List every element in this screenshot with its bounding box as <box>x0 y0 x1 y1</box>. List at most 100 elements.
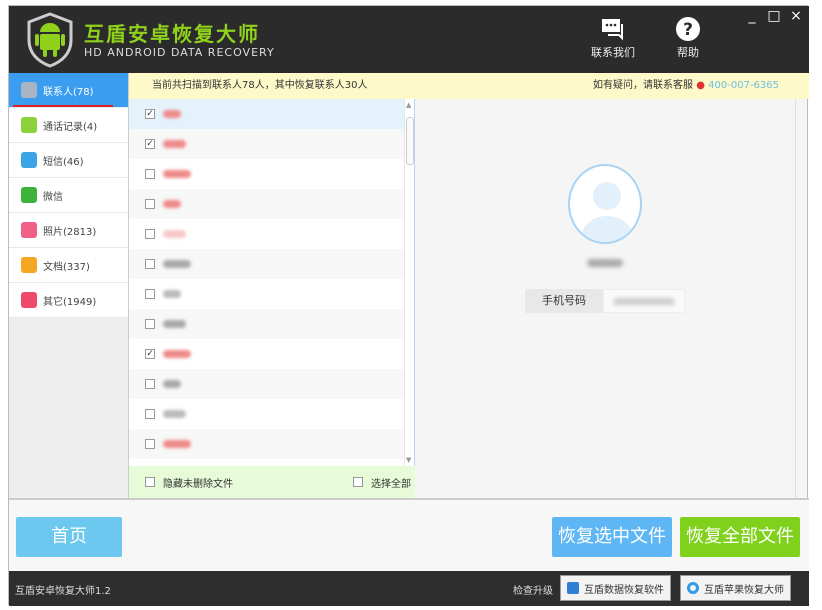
recover-all-button[interactable]: 恢复全部文件 <box>680 517 800 557</box>
list-item[interactable] <box>129 219 404 249</box>
contact-name-blurred <box>163 290 181 298</box>
sidebar-item-label: 短信(46) <box>43 156 84 168</box>
app-window: 互盾安卓恢复大师 HD ANDROID DATA RECOVERY 联系我们 ?… <box>8 5 809 606</box>
list-item[interactable] <box>129 279 404 309</box>
sidebar-item-label: 联系人(78) <box>43 86 94 98</box>
sms-icon <box>21 152 37 168</box>
document-icon <box>21 257 37 273</box>
action-bar: 首页 恢复选中文件 恢复全部文件 <box>9 498 809 571</box>
list-item[interactable]: ✓ <box>129 129 404 159</box>
row-checkbox[interactable] <box>145 259 155 269</box>
maximize-button[interactable]: □ <box>765 8 783 24</box>
recover-selected-button[interactable]: 恢复选中文件 <box>552 517 672 557</box>
row-checkbox[interactable]: ✓ <box>145 109 155 119</box>
svg-text:?: ? <box>683 20 693 40</box>
list-scrollbar[interactable]: ▲ ▼ <box>404 99 415 466</box>
contacts-icon <box>21 82 37 98</box>
support-info: 如有疑问，请联系客服 ● 400-007-6365 <box>593 73 779 99</box>
sidebar-item-document[interactable]: 文档(337) <box>9 248 128 283</box>
other-icon <box>21 292 37 308</box>
list-item[interactable] <box>129 309 404 339</box>
home-button[interactable]: 首页 <box>16 517 122 557</box>
row-checkbox[interactable] <box>145 169 155 179</box>
checkbox-box <box>145 477 155 487</box>
photo-icon <box>21 222 37 238</box>
android-shield-logo-icon <box>27 12 73 68</box>
contact-name-blurred <box>163 320 186 328</box>
contact-name-blurred <box>587 259 623 267</box>
iphone-recovery-button[interactable]: 互盾苹果恢复大师 <box>680 575 791 601</box>
row-checkbox[interactable]: ✓ <box>145 139 155 149</box>
contact-us-label: 联系我们 <box>591 46 635 59</box>
contact-name-blurred <box>163 260 191 268</box>
scan-summary: 当前共扫描到联系人78人，其中恢复联系人30人 <box>152 80 368 91</box>
contact-name-blurred <box>163 350 191 358</box>
status-bar: 互盾安卓恢复大师1.2 检查升级 互盾数据恢复软件 互盾苹果恢复大师 <box>9 571 809 606</box>
list-item[interactable] <box>129 189 404 219</box>
sidebar-item-sms[interactable]: 短信(46) <box>9 143 128 178</box>
check-update-link[interactable]: 检查升级 <box>513 582 553 597</box>
contact-name-blurred <box>163 230 186 238</box>
contact-list: ✓ ✓ ✓ <box>129 99 404 466</box>
scroll-down-icon[interactable]: ▼ <box>406 456 411 464</box>
title-bar: 互盾安卓恢复大师 HD ANDROID DATA RECOVERY 联系我们 ?… <box>9 6 809 73</box>
app-subtitle: HD ANDROID DATA RECOVERY <box>84 46 275 59</box>
row-checkbox[interactable] <box>145 319 155 329</box>
contact-name-blurred <box>163 440 191 448</box>
row-checkbox[interactable] <box>145 199 155 209</box>
sidebar-item-other[interactable]: 其它(1949) <box>9 283 128 318</box>
sidebar-item-label: 照片(2813) <box>43 226 97 238</box>
help-label: 帮助 <box>677 46 699 59</box>
contact-detail-panel: 手机号码 <box>415 99 796 498</box>
help-icon: ? <box>676 17 700 41</box>
contact-us-button[interactable]: 联系我们 <box>591 16 635 60</box>
version-label: 互盾安卓恢复大师1.2 <box>15 586 111 597</box>
product2-label: 互盾苹果恢复大师 <box>704 584 784 596</box>
phone-label: 手机号码 <box>525 289 603 313</box>
list-item[interactable] <box>129 249 404 279</box>
minimize-button[interactable]: _ <box>743 8 761 24</box>
support-phone[interactable]: 400-007-6365 <box>708 80 779 91</box>
product1-label: 互盾数据恢复软件 <box>584 584 664 596</box>
hide-undeleted-checkbox[interactable]: 隐藏未删除文件 <box>145 475 233 490</box>
wechat-icon <box>21 187 37 203</box>
phone-value-blurred <box>603 289 685 313</box>
row-checkbox[interactable] <box>145 379 155 389</box>
data-recovery-software-button[interactable]: 互盾数据恢复软件 <box>560 575 671 601</box>
list-item[interactable] <box>129 159 404 189</box>
list-item[interactable] <box>129 369 404 399</box>
shield-icon <box>567 582 579 594</box>
phone-icon <box>21 117 37 133</box>
sidebar-item-contacts[interactable]: 联系人(78) <box>9 73 128 108</box>
sidebar-item-phone[interactable]: 通话记录(4) <box>9 108 128 143</box>
sidebar-item-photo[interactable]: 照片(2813) <box>9 213 128 248</box>
select-all-checkbox[interactable]: 选择全部 <box>353 475 411 490</box>
contact-name-blurred <box>163 170 191 178</box>
scroll-up-icon[interactable]: ▲ <box>406 101 411 109</box>
list-item[interactable] <box>129 399 404 429</box>
row-checkbox[interactable] <box>145 289 155 299</box>
row-checkbox[interactable] <box>145 439 155 449</box>
notice-bar: 当前共扫描到联系人78人，其中恢复联系人30人 如有疑问，请联系客服 ● 400… <box>129 73 809 99</box>
contact-name-blurred <box>163 200 181 208</box>
list-item[interactable]: ✓ <box>129 99 404 129</box>
list-item[interactable]: ✓ <box>129 339 404 369</box>
row-checkbox[interactable]: ✓ <box>145 349 155 359</box>
sidebar-item-label: 通话记录(4) <box>43 121 98 133</box>
select-all-label: 选择全部 <box>371 478 411 490</box>
category-sidebar: 联系人(78) 通话记录(4) 短信(46) 微信照片(2813) 文档(337) 其它(… <box>9 73 129 498</box>
sidebar-item-wechat[interactable]: 微信 <box>9 178 128 213</box>
row-checkbox[interactable] <box>145 409 155 419</box>
close-button[interactable]: × <box>787 8 805 24</box>
contact-name-blurred <box>163 380 181 388</box>
scroll-thumb[interactable] <box>406 117 414 165</box>
qq-icon: ● <box>696 80 705 91</box>
help-button[interactable]: ? 帮助 <box>675 16 701 60</box>
chat-icon <box>602 19 623 41</box>
list-item[interactable] <box>129 429 404 459</box>
hide-undeleted-label: 隐藏未删除文件 <box>163 478 233 490</box>
row-checkbox[interactable] <box>145 229 155 239</box>
list-footer: 隐藏未删除文件 选择全部 <box>129 466 415 498</box>
ring-icon <box>687 582 699 594</box>
person-icon <box>581 182 633 242</box>
